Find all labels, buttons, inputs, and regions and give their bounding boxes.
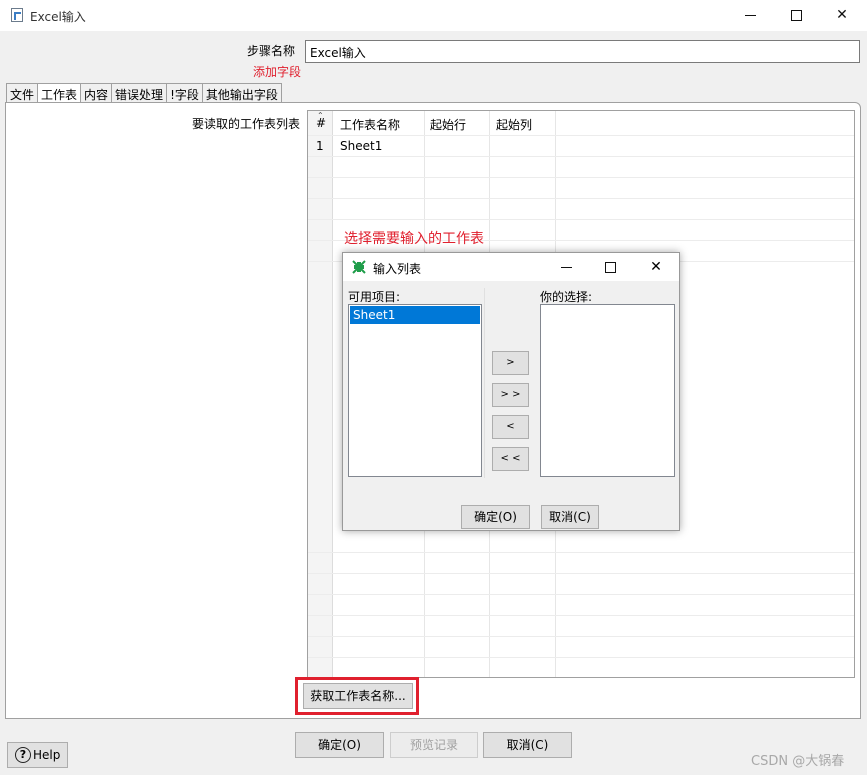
document-icon [11, 8, 23, 22]
shrink-arrows-icon [352, 260, 366, 274]
row-number-column [308, 111, 333, 677]
help-label: Help [33, 748, 61, 762]
column-header-num[interactable]: # [316, 116, 326, 130]
column-header-sheet-name[interactable]: 工作表名称 [340, 116, 400, 133]
divider [484, 288, 485, 478]
get-sheet-names-button[interactable]: 获取工作表名称... [303, 683, 413, 709]
watermark: CSDN @大锅春 [751, 754, 845, 769]
list-item[interactable]: Sheet1 [350, 306, 480, 324]
table-cell-sheet-name[interactable]: Sheet1 [340, 139, 382, 153]
help-button[interactable]: ? Help [7, 742, 68, 768]
add-field-annotation: 添加字段 [253, 65, 302, 79]
maximize-icon [604, 261, 616, 273]
title-bar: Excel输入 ✕ [0, 0, 867, 31]
close-icon: ✕ [836, 7, 848, 23]
preview-button: 预览记录 [390, 732, 478, 758]
maximize-button[interactable] [773, 0, 819, 31]
table-cell-num: 1 [316, 139, 324, 153]
step-name-label: 步骤名称 [247, 44, 296, 58]
close-button[interactable]: ✕ [819, 0, 865, 31]
sheets-list-label: 要读取的工作表列表 [192, 117, 301, 131]
dialog-ok-button[interactable]: 确定(O) [461, 505, 530, 529]
question-circle-icon: ? [15, 747, 31, 763]
column-header-start-row[interactable]: 起始行 [430, 116, 466, 133]
tab-file[interactable]: 文件 [6, 83, 39, 103]
move-left-button[interactable]: < [492, 415, 529, 439]
minimize-icon [744, 14, 756, 16]
dialog-maximize-button[interactable] [588, 253, 632, 281]
move-all-right-button[interactable]: > > [492, 383, 529, 407]
annotation-select-sheet: 选择需要输入的工作表 [344, 231, 484, 247]
minimize-button[interactable] [727, 0, 773, 31]
dialog-cancel-button[interactable]: 取消(C) [541, 505, 599, 529]
maximize-icon [790, 9, 802, 21]
tab-other-output-fields[interactable]: 其他输出字段 [201, 83, 282, 103]
close-icon: ✕ [650, 259, 662, 275]
dialog-minimize-button[interactable] [544, 253, 588, 281]
dialog-title: 输入列表 [373, 262, 422, 276]
step-name-input[interactable]: Excel输入 [305, 40, 860, 63]
dialog-title-bar: 输入列表 ✕ [343, 253, 679, 281]
tab-fields[interactable]: !字段 [166, 83, 203, 103]
ok-button[interactable]: 确定(O) [295, 732, 384, 758]
available-items-label: 可用项目: [348, 290, 401, 304]
move-right-button[interactable]: > [492, 351, 529, 375]
dialog-close-button[interactable]: ✕ [634, 253, 678, 281]
minimize-icon [560, 266, 572, 268]
tab-error-handling[interactable]: 错误处理 [111, 83, 168, 103]
input-list-dialog: 输入列表 ✕ 可用项目: Sheet1 你的选择: > > > < < < 确定… [342, 252, 680, 531]
window-title: Excel输入 [30, 10, 86, 24]
selected-items-list[interactable] [540, 304, 675, 477]
available-items-list[interactable]: Sheet1 [348, 304, 482, 477]
tab-sheet[interactable]: 工作表 [37, 83, 82, 103]
tab-content[interactable]: 内容 [80, 83, 113, 103]
column-header-start-col[interactable]: 起始列 [496, 116, 532, 133]
move-all-left-button[interactable]: < < [492, 447, 529, 471]
tab-bar: 文件 工作表 内容 错误处理 !字段 其他输出字段 [6, 83, 282, 103]
cancel-button[interactable]: 取消(C) [483, 732, 572, 758]
selected-items-label: 你的选择: [540, 290, 593, 304]
